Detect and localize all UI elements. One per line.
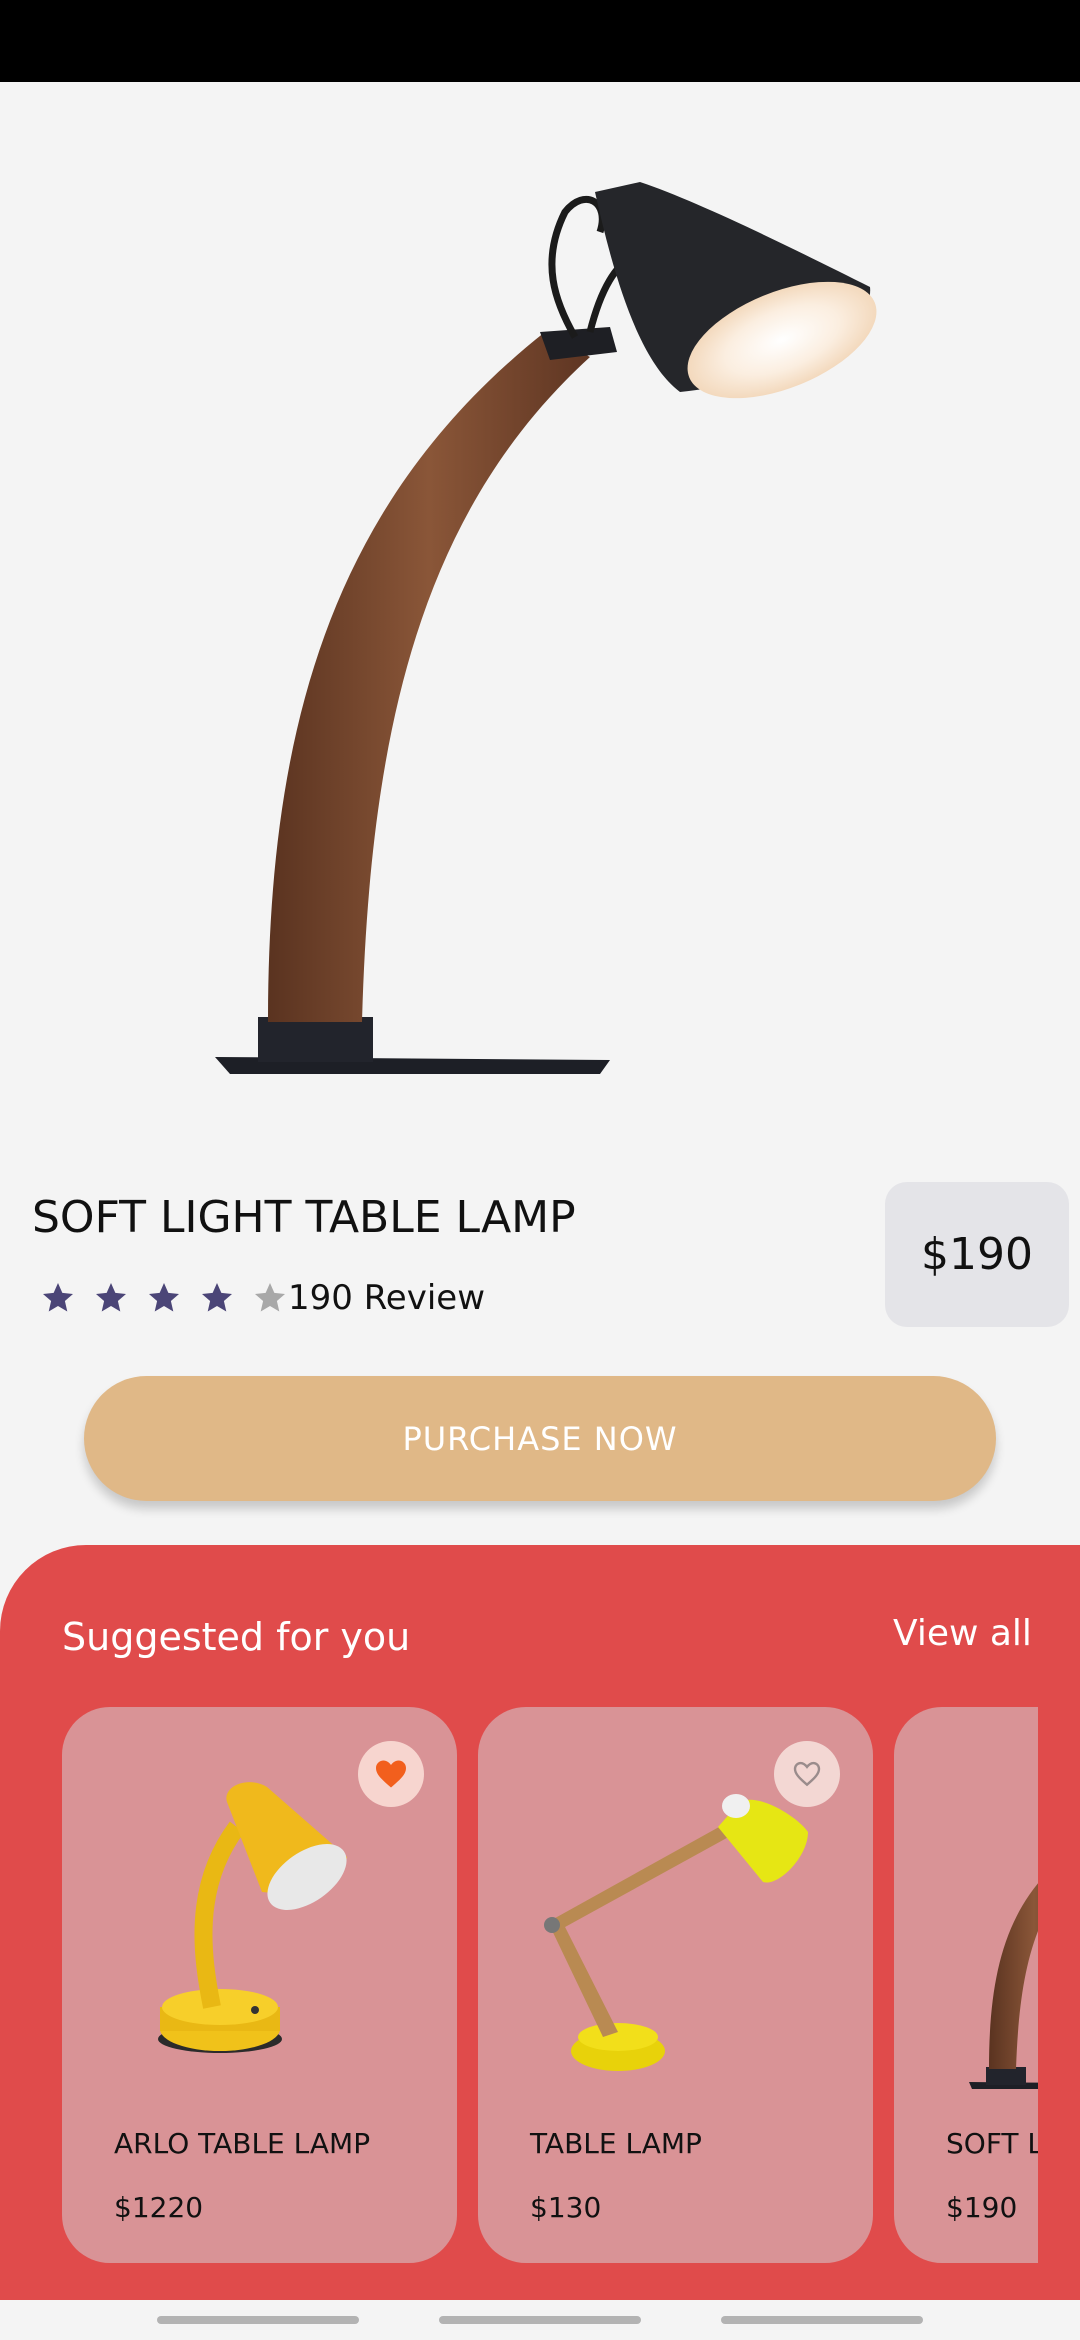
- star-icon: [96, 1283, 126, 1312]
- heart-filled-icon: [376, 1760, 406, 1788]
- view-all-link[interactable]: View all: [893, 1613, 1032, 1654]
- purchase-now-button[interactable]: PURCHASE NOW: [84, 1376, 996, 1501]
- status-bar: [0, 0, 1080, 82]
- star-icon: [149, 1283, 179, 1312]
- heart-outline-icon: [793, 1761, 821, 1787]
- suggested-title: Suggested for you: [62, 1615, 411, 1659]
- desk-lamp-image: [969, 1883, 1038, 2089]
- rating: 190 Review: [40, 1272, 485, 1324]
- navigation-bar: [0, 2300, 1080, 2340]
- favorite-button[interactable]: [358, 1741, 424, 1807]
- desk-lamp-image: [215, 182, 877, 1074]
- card-product-name: TABLE LAMP: [530, 2127, 702, 2160]
- suggested-carousel[interactable]: ARLO TABLE LAMP $1220 TABLE LAMP $130 SO…: [62, 1707, 1038, 2263]
- product-card[interactable]: SOFT LIGHT TABLE LAMP $190: [894, 1707, 1038, 2263]
- review-count[interactable]: 190 Review: [288, 1278, 485, 1318]
- card-product-price: $130: [530, 2191, 602, 2224]
- star-icon: [202, 1283, 232, 1312]
- card-product-name: SOFT LIGHT TABLE LAMP: [946, 2127, 1038, 2160]
- card-product-name: ARLO TABLE LAMP: [114, 2127, 371, 2160]
- favorite-button[interactable]: [774, 1741, 840, 1807]
- product-title: SOFT LIGHT TABLE LAMP: [32, 1192, 576, 1243]
- price-badge: $190: [885, 1182, 1069, 1327]
- nav-handle[interactable]: [439, 2316, 641, 2324]
- star-empty-icon: [255, 1283, 285, 1312]
- suggested-section: Suggested for you View all ARLO TABLE LA…: [0, 1545, 1080, 2300]
- star-icon: [43, 1283, 73, 1312]
- product-card[interactable]: TABLE LAMP $130: [478, 1707, 873, 2263]
- nav-handle[interactable]: [157, 2316, 359, 2324]
- product-image: [0, 82, 1080, 1172]
- nav-handle[interactable]: [721, 2316, 923, 2324]
- card-product-price: $1220: [114, 2191, 204, 2224]
- card-product-price: $190: [946, 2191, 1018, 2224]
- product-card[interactable]: ARLO TABLE LAMP $1220: [62, 1707, 457, 2263]
